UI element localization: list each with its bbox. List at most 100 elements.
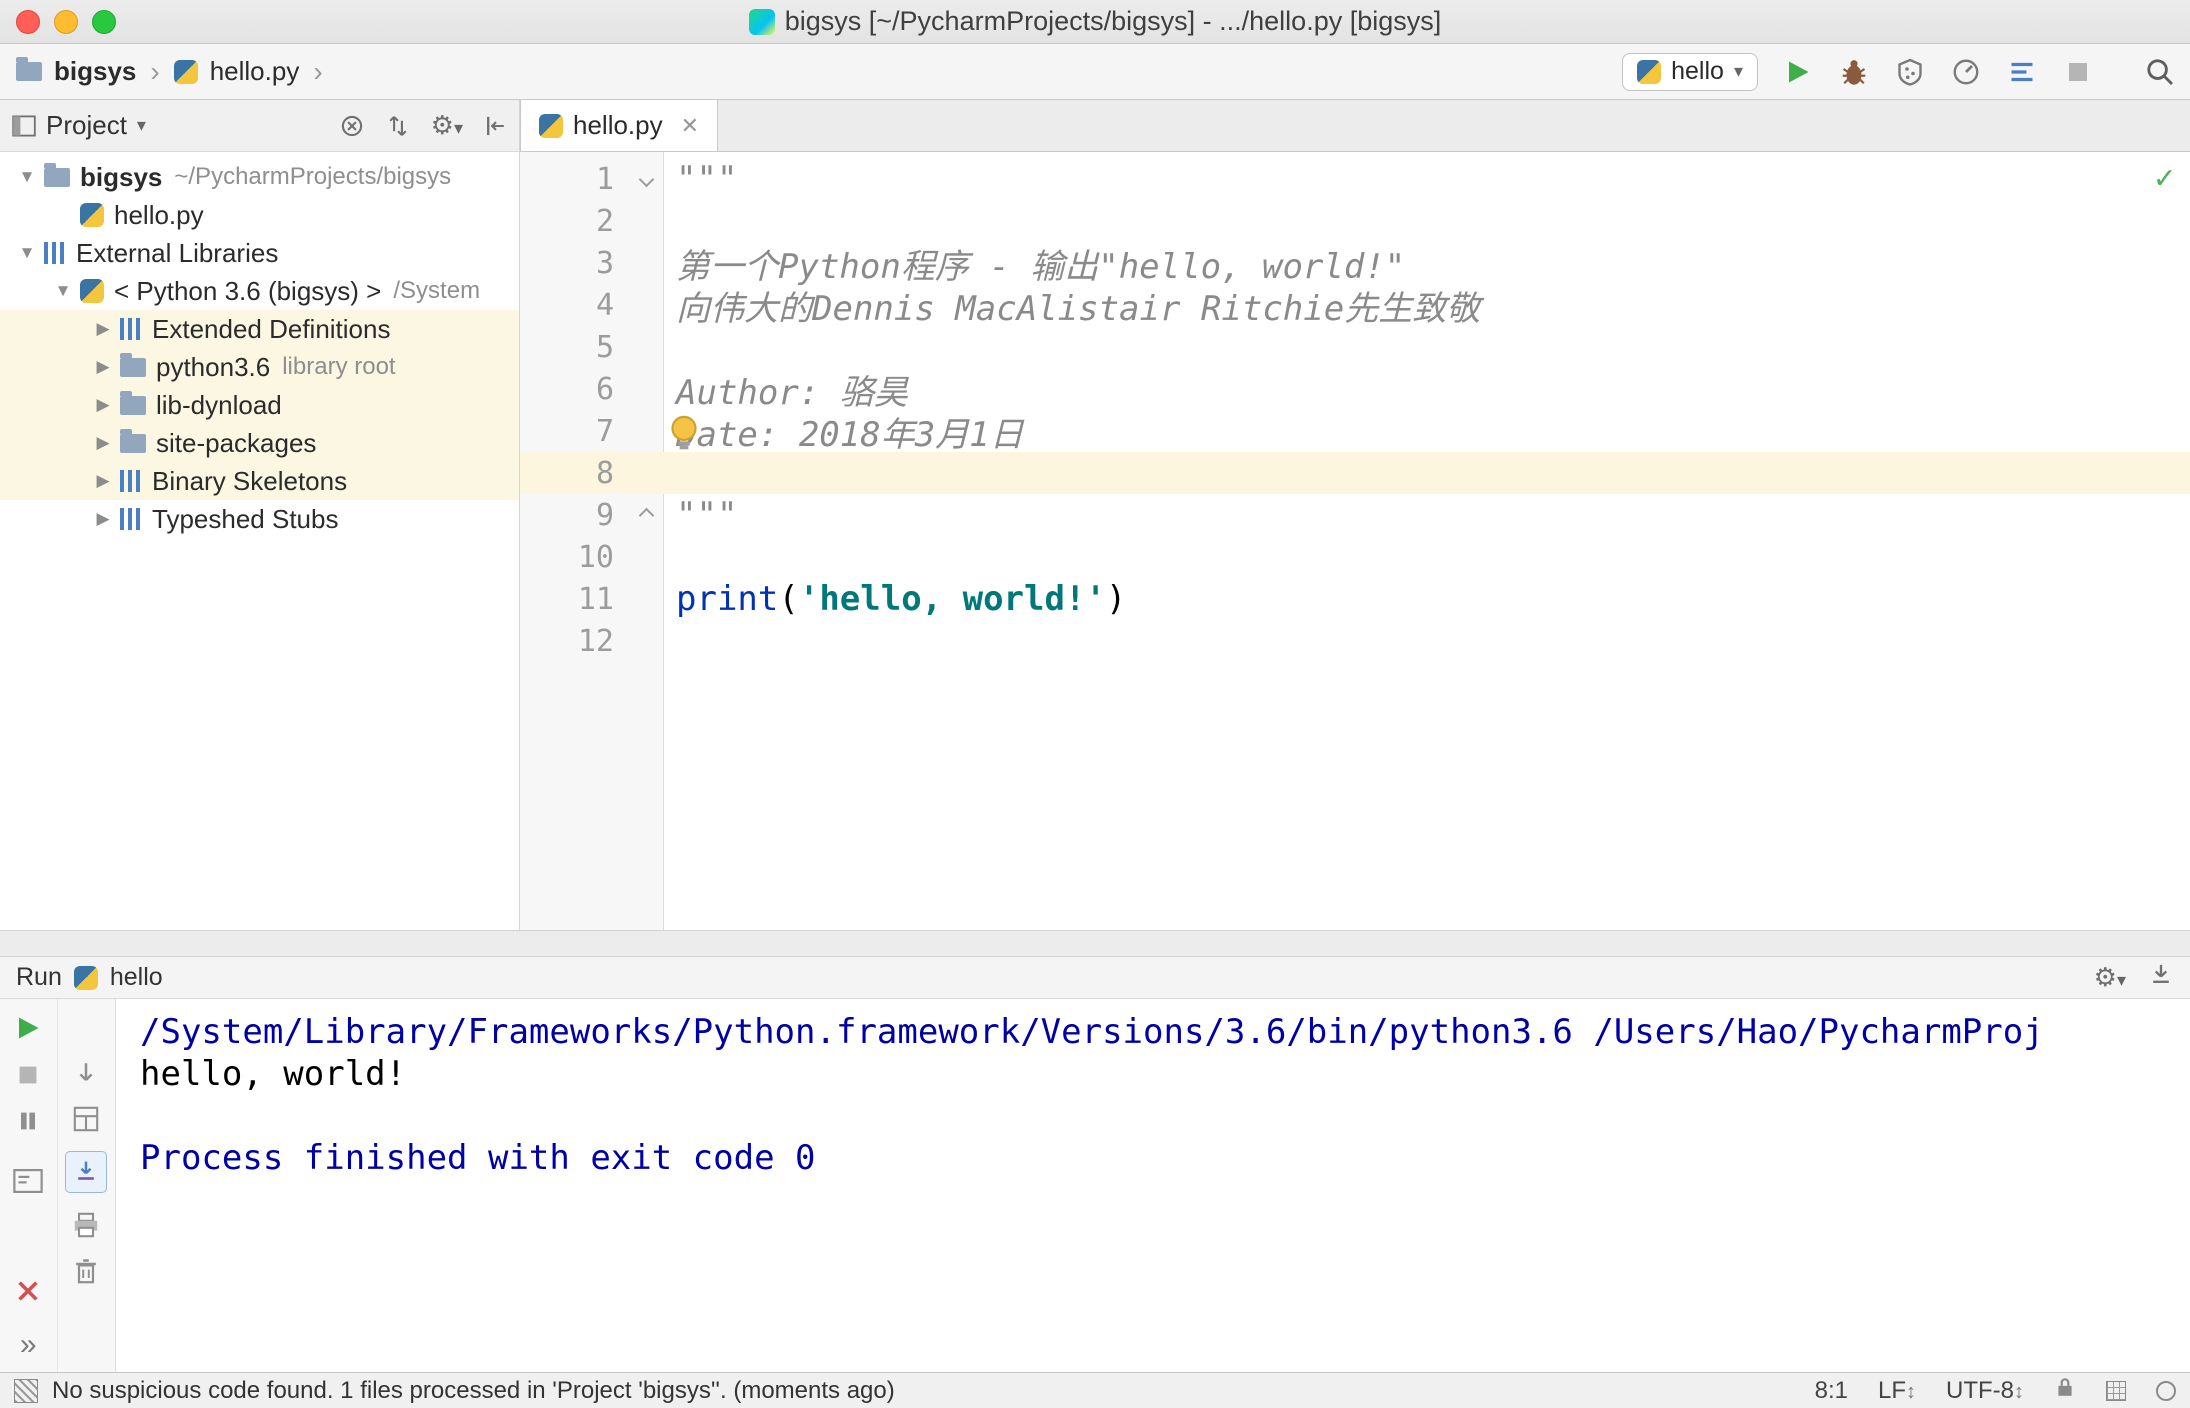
code-line[interactable]: 12: [520, 620, 2190, 662]
chevron-right-icon[interactable]: ▶: [86, 509, 120, 529]
line-separator-widget[interactable]: LF↕: [1878, 1377, 1916, 1405]
line-number: 3: [595, 245, 614, 281]
horizontal-splitter[interactable]: [0, 930, 2190, 957]
more-options-icon[interactable]: »: [20, 1328, 37, 1362]
breadcrumb-project[interactable]: bigsys: [54, 56, 136, 87]
chevron-down-icon[interactable]: ▼: [46, 281, 80, 301]
code-line[interactable]: 2: [520, 200, 2190, 242]
pause-button[interactable]: [14, 1107, 42, 1135]
code-line[interactable]: 4 向伟大的Dennis MacAlistair Ritchie先生致敬: [520, 284, 2190, 329]
scroll-from-source-icon[interactable]: [385, 113, 411, 139]
editor-tab-label: hello.py: [573, 110, 663, 140]
tree-item-label: Typeshed Stubs: [152, 503, 339, 534]
library-icon: [120, 470, 142, 492]
code-segment: """: [676, 495, 738, 535]
run-console[interactable]: /System/Library/Frameworks/Python.framew…: [116, 999, 2190, 1372]
clear-trash-icon[interactable]: [72, 1257, 100, 1285]
chevron-down-icon[interactable]: ▾: [137, 115, 146, 136]
chevron-right-icon[interactable]: ▶: [86, 471, 120, 491]
event-log-icon[interactable]: [2156, 1380, 2176, 1401]
close-tab-icon[interactable]: ✕: [681, 113, 699, 139]
code-line[interactable]: 8: [520, 452, 2190, 494]
pycharm-app-icon: [748, 8, 775, 35]
chevron-right-icon[interactable]: ▶: [86, 433, 120, 453]
code-line[interactable]: 6 Author: 骆昊: [520, 368, 2190, 413]
code-line[interactable]: 1 """: [520, 158, 2190, 200]
scroll-down-icon[interactable]: [2148, 961, 2174, 994]
close-icon[interactable]: [14, 1277, 42, 1305]
intention-bulb-icon[interactable]: [668, 414, 700, 454]
code-text: 向伟大的Dennis MacAlistair Ritchie先生致敬: [664, 281, 1480, 330]
gear-icon[interactable]: ⚙▾: [2094, 962, 2126, 993]
project-tool-title[interactable]: Project: [46, 110, 127, 141]
breadcrumb-file[interactable]: hello.py: [210, 56, 300, 87]
fold-marker-icon[interactable]: [628, 171, 664, 187]
minimize-window-button[interactable]: [54, 10, 78, 34]
code-line[interactable]: 5: [520, 326, 2190, 368]
down-the-stack-icon[interactable]: [72, 1059, 100, 1087]
locate-file-icon[interactable]: [339, 113, 365, 139]
line-number: 8: [595, 455, 614, 491]
code-line[interactable]: 7 Date: 2018年3月1日: [520, 410, 2190, 455]
tree-item[interactable]: ▶ Extended Definitions: [0, 310, 519, 348]
chevron-right-icon[interactable]: ▶: [86, 357, 120, 377]
run-process-name[interactable]: hello: [110, 963, 163, 992]
line-number: 10: [577, 539, 614, 575]
fold-marker-icon[interactable]: [628, 507, 664, 523]
profiler-icon[interactable]: [1950, 56, 1982, 88]
tree-item[interactable]: ▶ lib-dynload: [0, 386, 519, 424]
line-number: 5: [595, 329, 614, 365]
encoding-widget[interactable]: UTF-8↕: [1946, 1377, 2024, 1405]
run-with-coverage-icon[interactable]: [1894, 56, 1926, 88]
debug-bug-icon[interactable]: [1838, 56, 1870, 88]
rerun-button[interactable]: [13, 1013, 43, 1043]
code-line[interactable]: 11 print('hello, world!'): [520, 578, 2190, 620]
inspection-ok-check-icon[interactable]: ✓: [2155, 158, 2174, 196]
tree-item[interactable]: ▶ site-packages: [0, 424, 519, 462]
chevron-right-icon[interactable]: ▶: [86, 319, 120, 339]
zoom-window-button[interactable]: [92, 10, 116, 34]
tree-item-label: python3.6: [156, 351, 271, 382]
chevron-down-icon[interactable]: ▼: [10, 167, 44, 187]
chevron-right-icon[interactable]: ▶: [86, 395, 120, 415]
inspection-status-icon[interactable]: [14, 1378, 38, 1403]
restore-layout-icon[interactable]: [72, 1105, 100, 1133]
char-grid-icon[interactable]: [2106, 1380, 2126, 1401]
scroll-to-end-button[interactable]: [65, 1151, 108, 1193]
code-line[interactable]: 9 """: [520, 494, 2190, 536]
tree-item[interactable]: ▶ Binary Skeletons: [0, 462, 519, 500]
run-button[interactable]: [1782, 56, 1814, 88]
line-number: 7: [595, 413, 614, 449]
code-line[interactable]: 10: [520, 536, 2190, 578]
tree-item[interactable]: ▶ python3.6 library root: [0, 348, 519, 386]
tree-item[interactable]: ▶ Typeshed Stubs: [0, 500, 519, 538]
lock-icon[interactable]: [2054, 1376, 2076, 1405]
show-console-icon[interactable]: [13, 1167, 43, 1195]
tree-item[interactable]: hello.py: [0, 196, 519, 234]
gear-icon[interactable]: ⚙▾: [431, 110, 463, 141]
code-text: Date: 2018年3月1日: [664, 407, 1024, 456]
tree-item[interactable]: ▼ < Python 3.6 (bigsys) > /System: [0, 272, 519, 310]
updown-icon: ↕: [2014, 1380, 2024, 1403]
tree-item[interactable]: ▼ bigsys ~/PycharmProjects/bigsys: [0, 158, 519, 196]
run-configuration-select[interactable]: hello ▾: [1622, 52, 1758, 91]
tree-item[interactable]: ▼ External Libraries: [0, 234, 519, 272]
tree-item-label: Binary Skeletons: [152, 465, 348, 496]
code-line[interactable]: 3 第一个Python程序 - 输出"hello, world!": [520, 242, 2190, 287]
caret-position[interactable]: 8:1: [1815, 1377, 1848, 1405]
search-icon[interactable]: [2144, 56, 2176, 88]
line-number: 9: [595, 497, 614, 533]
stop-button[interactable]: [14, 1061, 42, 1089]
edit-configurations-icon[interactable]: [2006, 56, 2038, 88]
editor-content[interactable]: 1 """ 2 3 第一个Python程序 - 输出"hello, world!" 4 向伟…: [520, 152, 2190, 930]
main-content: Project ▾ ⚙▾ ▼ bigsys ~/PycharmProjects/bi…: [0, 100, 2190, 930]
print-icon[interactable]: [72, 1211, 100, 1239]
chevron-down-icon[interactable]: ▼: [10, 243, 44, 263]
collapse-all-icon[interactable]: [483, 113, 509, 139]
close-window-button[interactable]: [16, 10, 40, 34]
tree-item-label: hello.py: [114, 199, 204, 230]
python-file-icon: [173, 59, 198, 84]
stop-button[interactable]: [2062, 56, 2094, 88]
python-icon: [73, 965, 98, 990]
editor-tab-hello[interactable]: hello.py ✕: [520, 100, 719, 151]
